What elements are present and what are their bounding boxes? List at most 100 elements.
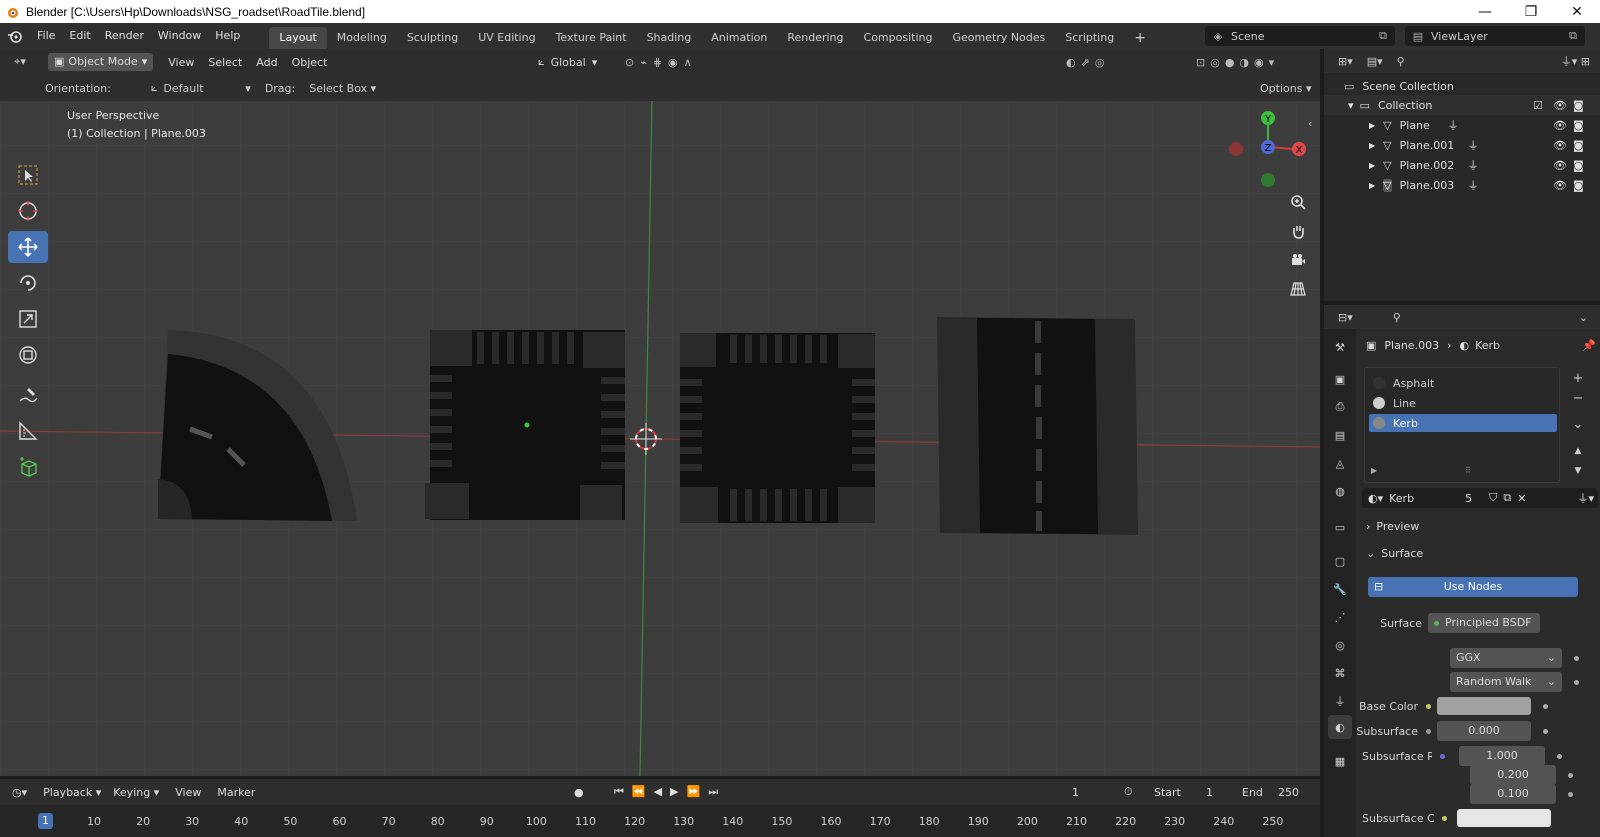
menu-marker[interactable]: Marker [217, 786, 255, 799]
drag-dropdown[interactable]: Select Box ▾ [309, 82, 376, 95]
camera-icon[interactable] [1285, 247, 1311, 273]
object-tab-icon[interactable]: ▢ [1328, 549, 1352, 573]
mode-dropdown[interactable]: ▣ Object Mode ▾ [48, 53, 154, 71]
camera-render-icon[interactable]: ◙ [1573, 139, 1584, 152]
material-slot-line[interactable]: Line [1369, 394, 1557, 412]
outliner-item-plane[interactable]: ▶ ▽ Plane ⏚ 👁 ◙ [1324, 115, 1600, 135]
eye-icon[interactable]: 👁 [1553, 99, 1567, 112]
playhead[interactable]: 1 [38, 813, 53, 829]
pivot-snap-icons[interactable]: ⊙⌁⋕◉∧ [625, 56, 698, 69]
menu-view[interactable]: View [161, 56, 201, 69]
surface-shader-field[interactable]: Principled BSDF [1428, 613, 1540, 633]
zoom-icon[interactable] [1285, 189, 1311, 215]
viewlayer-selector[interactable]: ▤ ViewLayer ⧉ [1405, 26, 1585, 46]
duplicate-icon[interactable]: ⧉ [1503, 491, 1511, 505]
physics-tab-icon[interactable]: ◎ [1328, 633, 1352, 657]
scale-tool[interactable] [8, 303, 48, 335]
texture-tab-icon[interactable]: ▦ [1328, 749, 1352, 773]
shading-mode-icons[interactable]: ⊡◎●◑◉▾ [1196, 56, 1279, 69]
eye-icon[interactable]: 👁 [1553, 119, 1567, 132]
transform-tool[interactable] [8, 339, 48, 371]
add-slot-icon[interactable]: + [1566, 369, 1590, 389]
render-tab-icon[interactable]: ▣ [1328, 367, 1352, 391]
animate-property-icon[interactable] [1568, 772, 1573, 778]
modifier-tab-icon[interactable]: 🔧 [1328, 577, 1352, 601]
close-button[interactable]: ✕ [1554, 0, 1600, 23]
checkbox-icon[interactable]: ☑ [1533, 99, 1543, 112]
data-tab-icon[interactable]: ⏚ [1328, 689, 1352, 713]
camera-render-icon[interactable]: ◙ [1573, 159, 1584, 172]
base-color-swatch[interactable] [1437, 697, 1531, 715]
tab-sculpting[interactable]: Sculpting [397, 27, 468, 49]
measure-tool[interactable] [8, 415, 48, 447]
new-scene-icon[interactable]: ⧉ [1379, 29, 1387, 43]
subsurface-method-dropdown[interactable]: Random Walk ⌄ [1450, 672, 1562, 692]
tab-compositing[interactable]: Compositing [854, 27, 943, 49]
menu-window[interactable]: Window [151, 23, 208, 49]
tab-texture-paint[interactable]: Texture Paint [546, 27, 637, 49]
outliner-editor-icon[interactable]: ⊞▾ [1338, 55, 1353, 68]
3d-viewport[interactable]: ⌖▾ ▣ Object Mode ▾ View Select Add Objec… [0, 49, 1320, 776]
subsurface-radius-y[interactable]: 0.200 [1470, 765, 1556, 785]
cursor-tool[interactable] [8, 195, 48, 227]
menu-add[interactable]: Add [249, 56, 284, 69]
filter-icon[interactable]: ⏚▾ ⊞ [1561, 53, 1590, 69]
animate-property-icon[interactable] [1543, 728, 1548, 734]
chevron-right-icon[interactable]: ▶ [1369, 121, 1375, 130]
chevron-right-icon[interactable]: ▶ [1369, 141, 1375, 150]
transform-orientation-dropdown[interactable]: ⟀ Global ▾ [538, 55, 597, 69]
subsurface-color-swatch[interactable] [1457, 809, 1551, 827]
unlink-icon[interactable]: ✕ [1517, 492, 1526, 505]
collection-row[interactable]: ▾ ▭ Collection ☑ 👁 ◙ [1324, 95, 1600, 115]
tab-uv-editing[interactable]: UV Editing [468, 27, 545, 49]
menu-help[interactable]: Help [208, 23, 247, 49]
particles-tab-icon[interactable]: ⋰ [1328, 605, 1352, 629]
menu-keying[interactable]: Keying ▾ [113, 786, 159, 799]
surface-panel-header[interactable]: ⌄ Surface [1366, 547, 1423, 560]
subsurface-value-field[interactable]: 0.000 [1437, 721, 1531, 741]
constraints-tab-icon[interactable]: ⌘ [1328, 661, 1352, 685]
outliner-item-plane-002[interactable]: ▶ ▽ Plane.002 ⏚ 👁 ◙ [1324, 155, 1600, 175]
output-tab-icon[interactable]: ⎙ [1328, 395, 1352, 419]
outliner-item-plane-001[interactable]: ▶ ▽ Plane.001 ⏚ 👁 ◙ [1324, 135, 1600, 155]
annotate-tool[interactable] [8, 379, 48, 411]
material-users-count[interactable]: 5 [1465, 492, 1483, 505]
move-down-icon[interactable]: ▼ [1566, 461, 1590, 481]
tab-modeling[interactable]: Modeling [327, 27, 397, 49]
material-slot-kerb[interactable]: Kerb [1369, 414, 1557, 432]
tool-tab-icon[interactable]: ⚒ [1328, 335, 1352, 359]
tab-rendering[interactable]: Rendering [777, 27, 853, 49]
menu-object[interactable]: Object [285, 56, 335, 69]
animate-property-icon[interactable] [1568, 791, 1573, 797]
end-frame-field[interactable]: 250 [1278, 786, 1299, 799]
material-browse-icon[interactable]: ◐▾ [1368, 492, 1383, 505]
subsurface-radius-z[interactable]: 0.100 [1470, 784, 1556, 804]
pin-icon[interactable]: 📌 [1582, 339, 1596, 352]
tab-shading[interactable]: Shading [637, 27, 702, 49]
current-frame-field[interactable]: 1 [1072, 786, 1079, 799]
scene-tab-icon[interactable]: ◬ [1328, 451, 1352, 475]
rotate-tool[interactable] [8, 267, 48, 299]
subsurface-radius-x[interactable]: 1.000 [1459, 746, 1545, 766]
mesh-data-icon[interactable]: ⏚ [1448, 117, 1459, 133]
remove-slot-icon[interactable]: − [1566, 389, 1590, 409]
orientation-dropdown[interactable]: ⟀ Default ▾ [151, 81, 251, 95]
add-workspace-button[interactable]: + [1124, 27, 1156, 49]
outliner-item-plane-003[interactable]: ▶ ▽ Plane.003 ⏚ 👁 ◙ [1324, 175, 1600, 195]
material-tab-icon[interactable]: ◐ [1328, 715, 1352, 739]
world-tab-icon[interactable]: ◍ [1328, 479, 1352, 503]
resize-handle-icon[interactable]: ⠿ [1465, 466, 1471, 475]
blender-menu-icon[interactable] [0, 29, 30, 43]
move-up-icon[interactable]: ▲ [1566, 441, 1590, 461]
playback-controls-icons[interactable]: ⏮⏪◀▶⏩⏭ [614, 785, 726, 799]
sidebar-toggle-icon[interactable]: ‹ [1308, 117, 1312, 130]
scene-selector[interactable]: ◈ Scene ⧉ [1205, 26, 1395, 46]
link-type-icon[interactable]: ⏚▾ [1577, 490, 1594, 506]
menu-view[interactable]: View [175, 786, 201, 799]
select-box-tool[interactable] [8, 159, 48, 191]
menu-render[interactable]: Render [98, 23, 151, 49]
chevron-right-icon[interactable]: ▶ [1371, 466, 1377, 475]
pan-hand-icon[interactable] [1285, 218, 1311, 244]
add-cube-tool[interactable] [8, 451, 48, 483]
start-frame-field[interactable]: 1 [1206, 786, 1213, 799]
